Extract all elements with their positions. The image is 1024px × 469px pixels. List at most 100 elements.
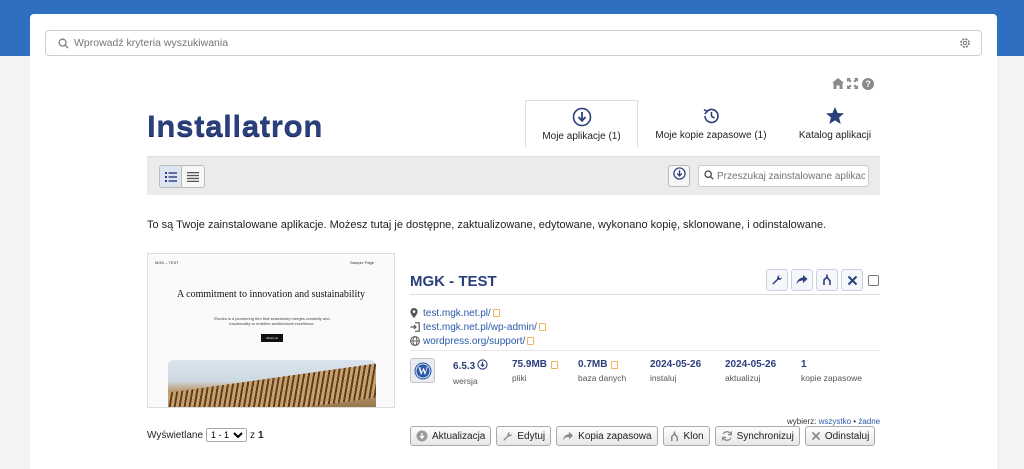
installatron-logo: Installatron: [147, 110, 324, 143]
share-arrow-icon[interactable]: [791, 269, 813, 291]
stat-label: wersja: [453, 376, 478, 386]
external-link-icon[interactable]: [492, 309, 500, 317]
stat-backups: 1 kopie zapasowe: [801, 359, 862, 383]
button-label: Klon: [683, 430, 704, 442]
pager-label: Wyświetlane: [147, 429, 204, 441]
pager-of: z: [250, 429, 256, 441]
update-check-icon[interactable]: [477, 359, 488, 373]
list-detail-view-icon[interactable]: [160, 166, 182, 187]
stat-value: 0.7MB: [578, 359, 608, 370]
thumb-button: About us: [261, 334, 283, 342]
help-icon[interactable]: ?: [861, 77, 874, 90]
svg-text:W: W: [418, 366, 428, 377]
home-icon[interactable]: [831, 77, 844, 90]
button-label: Edytuj: [517, 430, 546, 442]
edit-button[interactable]: Edytuj: [496, 426, 552, 446]
gear-icon[interactable]: [955, 37, 975, 49]
select-separator: •: [853, 417, 857, 426]
select-none-link[interactable]: żadne: [858, 417, 880, 426]
app-links: test.mgk.net.pl/ test.mgk.net.pl/wp-admi…: [410, 306, 546, 348]
list-compact-view-icon[interactable]: [182, 166, 204, 187]
wrench-icon[interactable]: [766, 269, 788, 291]
tab-label: Moje kopie zapasowe (1): [655, 130, 767, 141]
app-title[interactable]: MGK - TEST: [410, 273, 497, 290]
history-icon: [701, 106, 721, 126]
svg-text:?: ?: [865, 79, 871, 89]
thumb-text: Études is a pioneering firm that seamles…: [214, 316, 330, 326]
tab-my-backups[interactable]: Moje kopie zapasowe (1): [638, 100, 784, 147]
external-link-icon[interactable]: [538, 323, 546, 331]
app-screenshot-thumbnail[interactable]: MGK – TEST Sample Page A commitment to i…: [147, 253, 395, 408]
external-link-icon[interactable]: [611, 360, 619, 369]
button-label: Aktualizacja: [432, 430, 486, 442]
stat-value: 75.9MB: [512, 359, 548, 370]
tab-app-catalog[interactable]: Katalog aplikacji: [784, 100, 886, 147]
button-label: Odinstaluj: [824, 430, 870, 442]
stat-value: 2024-05-26: [725, 359, 777, 370]
app-stats: W 6.5.3 wersja 75.9MB pliki 0.7MB baza d…: [410, 350, 880, 394]
select-app-checkbox[interactable]: [868, 274, 879, 286]
stat-updated-date: 2024-05-26 aktualizuj: [725, 359, 776, 383]
uninstall-button[interactable]: Odinstaluj: [804, 426, 876, 446]
download-circle-icon: [572, 107, 592, 127]
login-icon: [410, 322, 423, 332]
main-tabs: Moje aplikacje (1) Moje kopie zapasowe (…: [525, 100, 886, 147]
star-icon: [825, 106, 845, 126]
installed-search-input[interactable]: [717, 170, 865, 182]
sync-button[interactable]: Synchronizuj: [714, 426, 800, 446]
fullscreen-icon[interactable]: [846, 77, 859, 90]
search-icon: [52, 38, 74, 49]
backup-button[interactable]: Kopia zapasowa: [556, 426, 658, 446]
wordpress-icon: W: [410, 358, 435, 383]
thumb-architecture-image: [168, 360, 376, 407]
share-arrow-icon: [562, 431, 574, 442]
select-all-link[interactable]: wszystko: [819, 417, 851, 426]
close-icon[interactable]: [841, 269, 863, 291]
global-search-bar[interactable]: [45, 30, 982, 56]
thumb-nav: Sample Page: [349, 260, 374, 265]
support-url-link[interactable]: wordpress.org/support/: [423, 336, 525, 347]
pagination: Wyświetlane 1 - 1 z 1: [147, 428, 264, 442]
thumb-heading: A commitment to innovation and sustainab…: [176, 289, 366, 300]
sync-icon: [721, 430, 733, 442]
clone-fork-icon[interactable]: [816, 269, 838, 291]
top-right-icons: ?: [831, 77, 874, 90]
stat-database: 0.7MB baza danych: [578, 359, 626, 383]
stat-label: pliki: [512, 373, 527, 383]
tab-label: Moje aplikacje (1): [542, 131, 621, 142]
global-search-input[interactable]: [74, 37, 955, 49]
clone-fork-icon: [669, 430, 680, 442]
stat-label: kopie zapasowe: [801, 373, 862, 383]
app-link-row: test.mgk.net.pl/: [410, 306, 546, 320]
external-link-icon[interactable]: [551, 360, 559, 369]
stat-label: instaluj: [650, 373, 677, 383]
site-url-link[interactable]: test.mgk.net.pl/: [423, 308, 491, 319]
globe-icon: [410, 336, 423, 346]
bulk-action-buttons: Aktualizacja Edytuj Kopia zapasowa Klon …: [410, 426, 876, 446]
select-prefix: wybierz:: [787, 417, 817, 426]
search-icon: [704, 167, 714, 185]
thumb-site-name: MGK – TEST: [155, 260, 179, 265]
tab-my-apps[interactable]: Moje aplikacje (1): [525, 100, 638, 147]
external-link-icon[interactable]: [527, 337, 535, 345]
page-description: To są Twoje zainstalowane aplikacje. Moż…: [147, 219, 827, 231]
update-button[interactable]: Aktualizacja: [410, 426, 492, 446]
admin-url-link[interactable]: test.mgk.net.pl/wp-admin/: [423, 322, 537, 333]
clone-button[interactable]: Klon: [662, 426, 710, 446]
stat-installed-date: 2024-05-26 instaluj: [650, 359, 701, 383]
install-button[interactable]: [668, 165, 690, 187]
pager-total: 1: [258, 429, 264, 441]
button-label: Kopia zapasowa: [578, 430, 652, 442]
installed-search-box[interactable]: [698, 165, 869, 187]
close-icon: [811, 431, 821, 441]
location-pin-icon: [410, 308, 423, 318]
app-action-buttons: [766, 269, 879, 291]
divider: [410, 294, 880, 295]
stat-value: 6.5.3: [453, 360, 476, 372]
download-circle-icon: [416, 430, 428, 442]
page-range-select[interactable]: 1 - 1: [206, 428, 248, 442]
select-links: wybierz: wszystko • żadne: [787, 417, 880, 426]
apps-toolbar: [147, 156, 880, 195]
stat-value: 2024-05-26: [650, 359, 702, 370]
button-label: Synchronizuj: [736, 430, 794, 442]
